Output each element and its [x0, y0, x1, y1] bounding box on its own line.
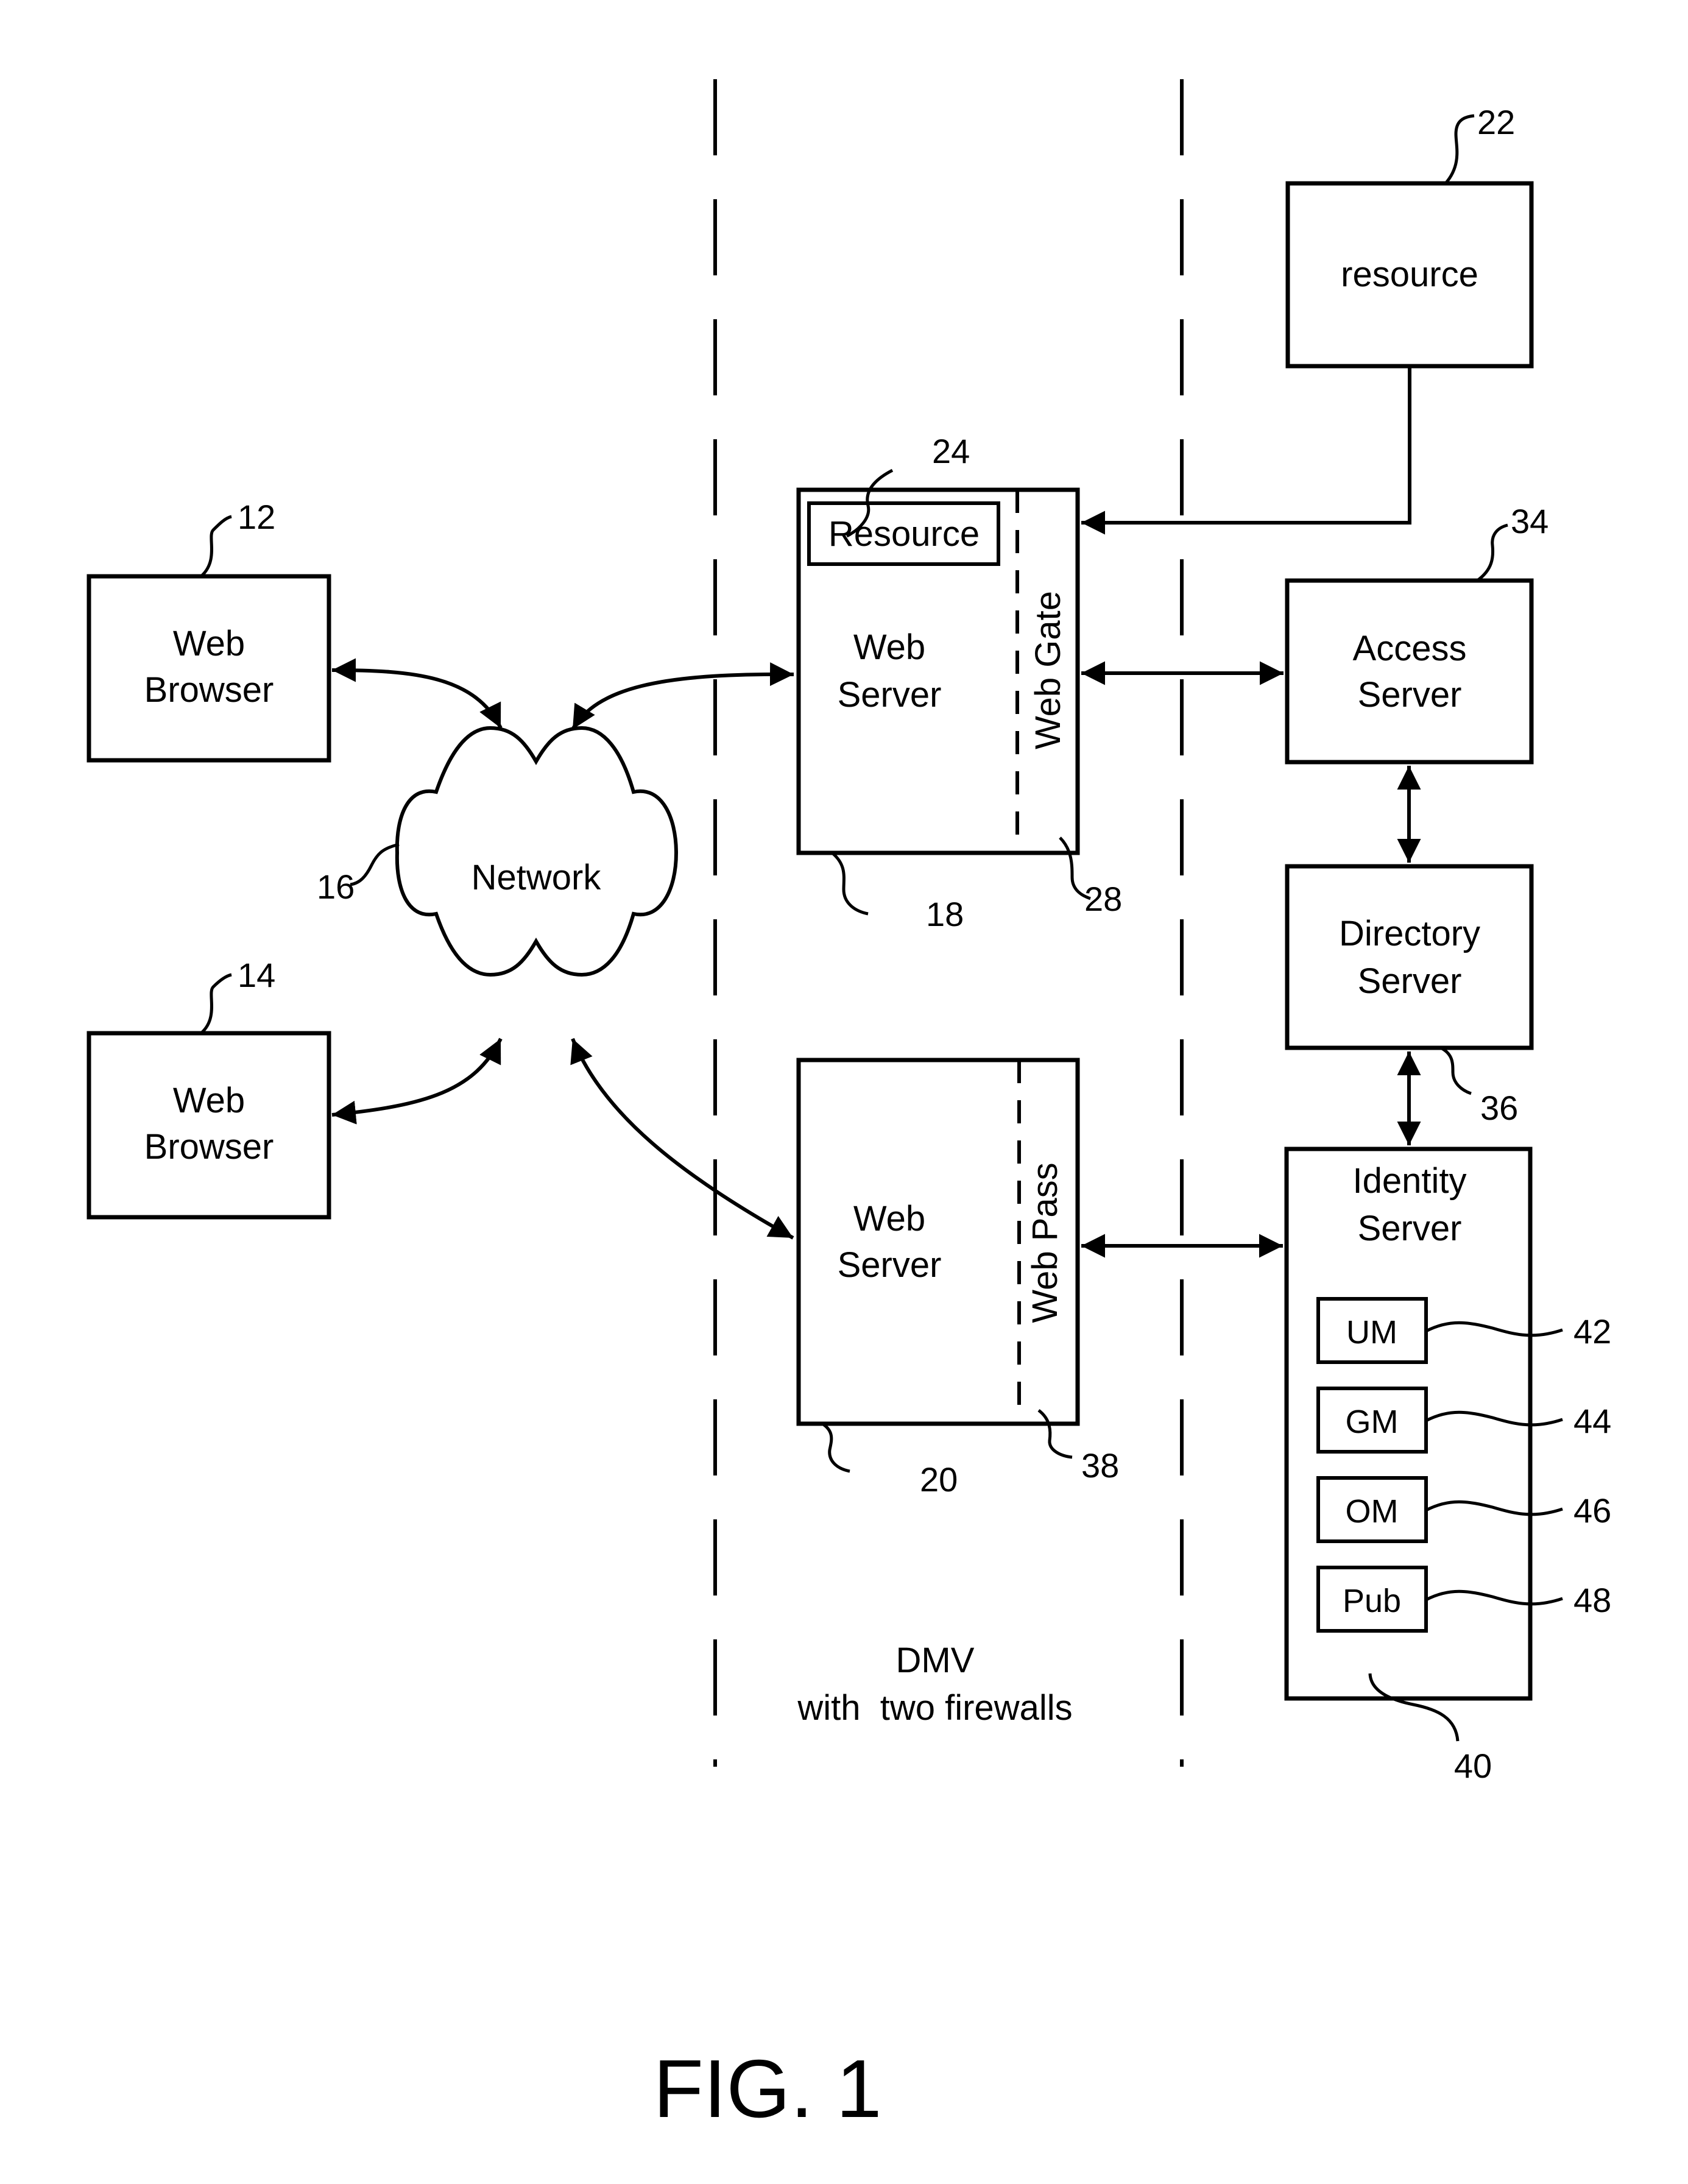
- resource-22[interactable]: resource: [1285, 181, 1534, 369]
- web-browser-12[interactable]: Web Browser: [87, 574, 331, 763]
- access-server-line2: Server: [1358, 675, 1462, 715]
- module-pub[interactable]: Pub: [1316, 1566, 1428, 1633]
- edge-browser12-network: [331, 658, 503, 729]
- ref-leader-20: [821, 1422, 850, 1473]
- ref-40: 40: [1454, 1747, 1492, 1785]
- ref-28: 28: [1084, 880, 1122, 918]
- ref-18: 18: [926, 895, 964, 933]
- edge-resource-webserver18: [1081, 366, 1411, 535]
- architecture-diagram: Web Browser 12 Web Browser 14 Network 16…: [87, 79, 1611, 2135]
- ref-20: 20: [920, 1460, 958, 1499]
- network-cloud[interactable]: Network: [395, 726, 679, 977]
- directory-server-line1: Directory: [1339, 914, 1480, 953]
- web-browser-14-line2: Browser: [144, 1127, 274, 1167]
- module-om[interactable]: OM: [1316, 1476, 1428, 1543]
- web-server-18-line2: Server: [838, 675, 942, 715]
- ref-leader-36: [1439, 1046, 1472, 1095]
- ref-leader-12: [200, 515, 232, 578]
- web-server-18-line1: Web: [853, 627, 925, 667]
- module-um[interactable]: UM: [1316, 1297, 1428, 1364]
- ref-36: 36: [1480, 1089, 1518, 1127]
- ref-leader-16: [350, 843, 400, 886]
- ref-14: 14: [238, 956, 275, 994]
- web-pass-label: Web Pass: [1025, 1162, 1065, 1323]
- ref-46: 46: [1573, 1491, 1611, 1530]
- ref-16: 16: [317, 868, 355, 906]
- web-server-20-line2: Server: [838, 1245, 942, 1285]
- web-browser-12-line1: Web: [173, 624, 245, 663]
- module-gm[interactable]: GM: [1316, 1387, 1428, 1454]
- directory-server-36[interactable]: Directory Server: [1285, 864, 1534, 1050]
- web-server-20-line1: Web: [853, 1199, 925, 1239]
- web-browser-14[interactable]: Web Browser: [87, 1031, 331, 1220]
- ref-42: 42: [1573, 1312, 1611, 1351]
- directory-server-line2: Server: [1358, 961, 1462, 1001]
- ref-44: 44: [1573, 1402, 1611, 1440]
- module-gm-label: GM: [1346, 1404, 1399, 1440]
- dmz-label-line2: with two firewalls: [797, 1688, 1072, 1728]
- ref-leader-14: [200, 973, 232, 1034]
- dmz-label-line1: DMV: [896, 1641, 975, 1680]
- ref-leader-34: [1476, 523, 1508, 582]
- identity-server-line1: Identity: [1353, 1161, 1467, 1201]
- web-server-18[interactable]: Resource Web Server Web Gate: [796, 487, 1080, 855]
- web-gate-label: Web Gate: [1028, 591, 1068, 749]
- identity-server-40[interactable]: Identity Server UM GM OM Pub: [1284, 1147, 1533, 1701]
- ref-12: 12: [238, 498, 275, 536]
- web-browser-14-line1: Web: [173, 1081, 245, 1120]
- network-label: Network: [471, 858, 602, 897]
- ref-leader-18: [831, 852, 869, 916]
- identity-server-line2: Server: [1358, 1209, 1462, 1248]
- edge-browser14-network: [331, 1037, 503, 1125]
- module-um-label: UM: [1346, 1314, 1397, 1351]
- ref-leader-22: [1444, 114, 1475, 185]
- ref-38: 38: [1081, 1446, 1119, 1485]
- access-server-line1: Access: [1353, 629, 1467, 668]
- ref-34: 34: [1511, 502, 1549, 540]
- edge-network-webserver20: [570, 1037, 794, 1240]
- web-server-20[interactable]: Web Server Web Pass: [796, 1058, 1080, 1426]
- edge-network-webserver18: [571, 662, 794, 730]
- ref-22: 22: [1477, 103, 1515, 141]
- resource-22-label: resource: [1341, 255, 1478, 294]
- access-server-34[interactable]: Access Server: [1285, 578, 1534, 765]
- ref-48: 48: [1573, 1581, 1611, 1619]
- ref-24: 24: [932, 432, 970, 470]
- module-pub-label: Pub: [1343, 1583, 1401, 1619]
- figure-caption: FIG. 1: [653, 2043, 881, 2135]
- module-om-label: OM: [1346, 1493, 1399, 1530]
- web-browser-12-line2: Browser: [144, 670, 274, 710]
